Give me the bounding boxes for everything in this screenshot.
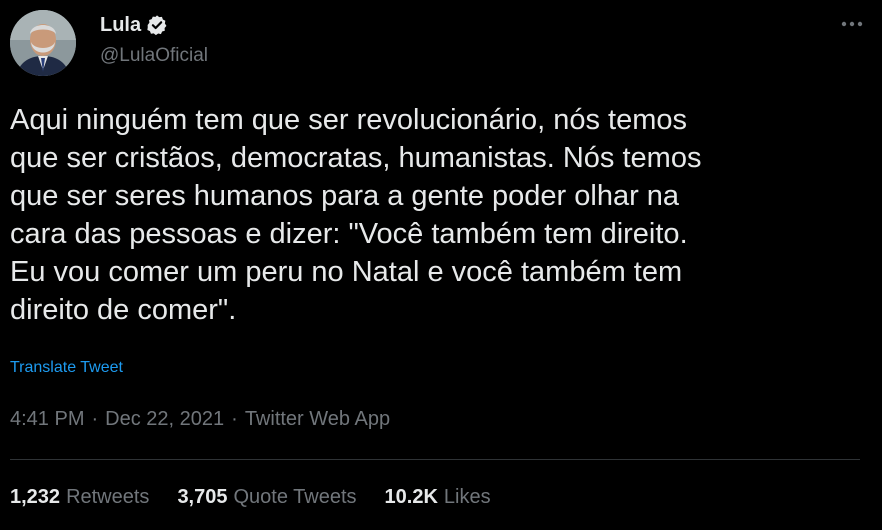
- tweet-text: Aqui ninguém tem que ser revolucionário,…: [10, 104, 702, 326]
- tweet-header: Lula @LulaOficial: [10, 10, 872, 76]
- divider: [10, 459, 860, 460]
- author-handle[interactable]: @LulaOficial: [100, 45, 208, 67]
- quote-tweets-label: Quote Tweets: [233, 486, 357, 508]
- more-horizontal-icon: [841, 21, 863, 27]
- avatar[interactable]: [10, 10, 76, 76]
- meta-separator: ·: [91, 408, 99, 430]
- tweet-time[interactable]: 4:41 PM: [10, 408, 84, 431]
- translate-tweet-link[interactable]: Translate Tweet: [10, 359, 123, 377]
- more-options-button[interactable]: [832, 10, 872, 38]
- author-info: Lula @LulaOficial: [100, 12, 208, 67]
- display-name[interactable]: Lula: [100, 14, 141, 37]
- verified-badge-icon: [146, 14, 168, 36]
- likes-stat[interactable]: 10.2K Likes: [385, 486, 491, 509]
- quote-tweets-count: 3,705: [177, 486, 228, 508]
- tweet-stats: 1,232 Retweets 3,705 Quote Tweets 10.2K …: [10, 486, 519, 509]
- meta-separator: ·: [231, 408, 238, 430]
- retweets-label: Retweets: [66, 486, 150, 508]
- avatar-photo: [10, 10, 76, 76]
- quote-tweets-stat[interactable]: 3,705 Quote Tweets: [177, 486, 356, 509]
- likes-count: 10.2K: [384, 486, 438, 508]
- tweet-source[interactable]: Twitter Web App: [245, 408, 390, 431]
- tweet-meta: 4:41 PM · Dec 22, 2021 · Twitter Web App: [10, 408, 390, 431]
- likes-label: Likes: [443, 486, 491, 508]
- retweets-count: 1,232: [10, 486, 61, 508]
- tweet-date[interactable]: Dec 22, 2021: [105, 408, 224, 431]
- name-row: Lula: [100, 12, 208, 38]
- retweets-stat[interactable]: 1,232 Retweets: [10, 486, 149, 509]
